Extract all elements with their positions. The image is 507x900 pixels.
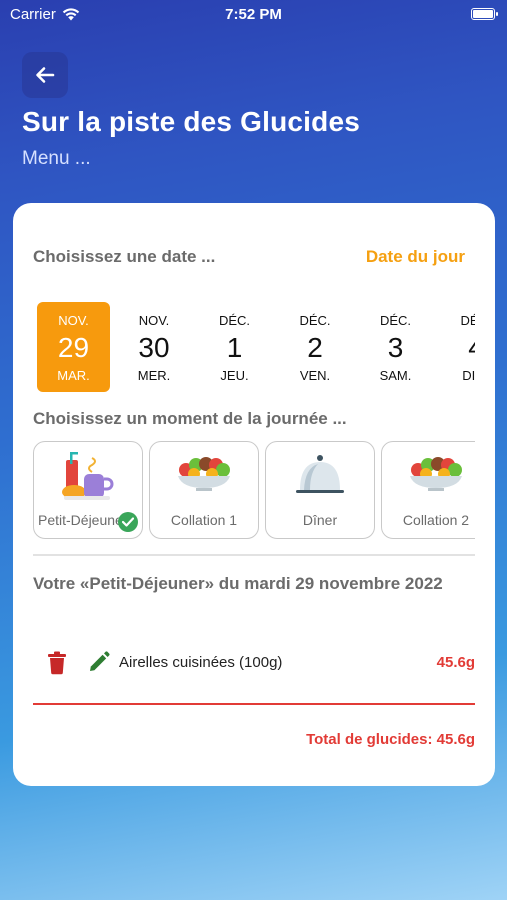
date-item[interactable]: DÉC. 3 SAM. [359,302,432,392]
date-month: DÉC. [218,313,251,328]
cloche-icon [292,452,348,504]
date-item[interactable]: NOV. 29 MAR. [37,302,110,392]
fruit-bowl-icon [408,452,464,504]
meal-summary-title: Votre «Petit-Déjeuner» du mardi 29 novem… [33,574,443,593]
date-weekday: JEU. [220,368,249,383]
total-separator [33,703,475,705]
date-month: DÉC. [379,313,412,328]
date-weekday: VEN. [299,368,331,383]
meal-section-title: Choisissez un moment de la journée ... [33,409,347,428]
food-name: Airelles cuisinées (100g) [119,654,283,671]
meal-picker: Petit-Déjeuner Collation 1 Dîner Collation … [33,441,475,539]
date-item[interactable]: NOV. 30 MER. [118,302,191,392]
date-day: 1 [226,332,243,363]
meal-card[interactable]: Collation 2 [381,441,475,539]
meal-card[interactable]: Dîner [265,441,375,539]
status-bar: Carrier 7:52 PM [0,0,507,30]
carbs-total: Total de glucides: 45.6g [306,731,475,748]
meal-label: Collation 1 [170,512,238,528]
meal-label: Collation 2 [402,512,470,528]
menu-card: Choisissez une date ... Date du jour NOV… [13,203,495,786]
date-picker: NOV. 29 MAR. NOV. 30 MER. DÉC. 1 JEU. DÉC. 2 VEN. DÉ… [37,302,475,392]
date-day: 3 [387,332,404,363]
trash-icon[interactable] [47,651,67,675]
date-day: 30 [138,332,170,363]
meal-card[interactable]: Petit-Déjeuner [33,441,143,539]
date-weekday: SAM. [379,368,412,383]
fruit-bowl-icon [176,452,232,504]
date-month: DÉC. [460,313,475,328]
meal-label: Dîner [302,512,338,528]
page-title: Sur la piste des Glucides [22,106,361,137]
battery-icon [471,8,498,20]
date-month: NOV. [58,313,89,328]
status-time: 7:52 PM [225,6,282,23]
date-item[interactable]: DÉC. 2 VEN. [279,302,352,392]
date-day: 2 [307,332,323,363]
today-date-link[interactable]: Date du jour [366,247,465,267]
date-section-title: Choisissez une date ... [33,247,216,266]
meal-card[interactable]: Collation 1 [149,441,259,539]
page-subtitle: Menu ... [22,148,91,169]
breakfast-icon [60,452,116,504]
date-weekday: MER. [137,368,171,383]
date-day: 4 [440,332,475,364]
date-day: 29 [57,332,90,363]
date-item[interactable]: DÉC. 4 DIM. [440,302,475,392]
pencil-icon[interactable] [87,650,111,674]
food-row: Airelles cuisinées (100g) 45.6g [33,649,475,679]
date-weekday: DIM. [462,368,475,383]
date-weekday: MAR. [57,368,90,383]
date-item[interactable]: DÉC. 1 JEU. [198,302,271,392]
arrow-left-icon [36,67,55,83]
check-icon [118,512,138,532]
food-carbs: 45.6g [436,654,475,671]
date-month: DÉC. [299,313,331,328]
date-month: NOV. [138,313,170,328]
divider [33,554,475,556]
back-button[interactable] [22,52,68,98]
